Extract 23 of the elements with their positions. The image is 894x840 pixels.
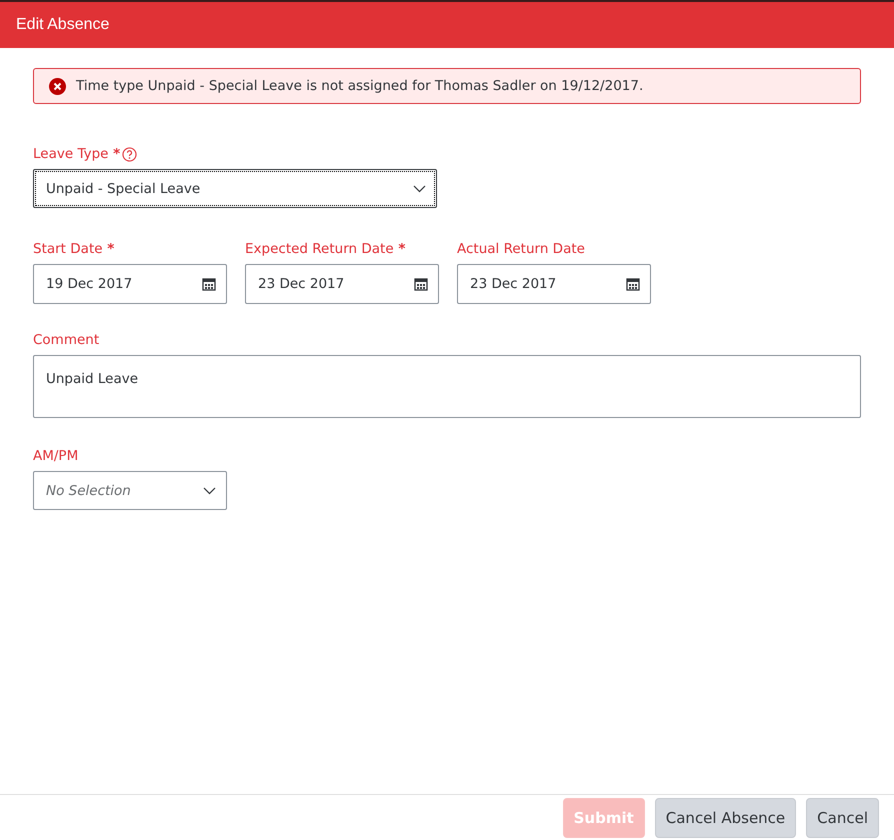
- chevron-down-icon: [413, 184, 426, 192]
- field-label: Actual Return Date: [457, 241, 585, 257]
- cancel-button[interactable]: Cancel Absence: [654, 798, 796, 838]
- calendar-icon: [202, 277, 216, 291]
- am-pm-select[interactable]: No Selection: [33, 471, 227, 510]
- date-field[interactable]: 23 Dec 2017: [245, 264, 439, 304]
- field-label: Comment: [33, 332, 100, 348]
- leave-type-select[interactable]: Unpaid - Special Leave: [33, 169, 437, 208]
- field-label: Leave Type *: [33, 146, 120, 162]
- help-icon[interactable]: [122, 146, 138, 162]
- comment-field[interactable]: Unpaid Leave: [33, 355, 861, 418]
- cancel-button[interactable]: Cancel: [806, 798, 879, 838]
- field-label: Expected Return Date *: [245, 241, 406, 257]
- dialog-title: Edit Absence: [16, 16, 110, 34]
- field-label: Start Date *: [33, 241, 114, 257]
- calendar-icon: [414, 277, 428, 291]
- error-message: Time type Unpaid - Special Leave is not assigned for Thomas Sadler on 19/12/2017.: [76, 78, 644, 94]
- chevron-down-icon: [203, 486, 216, 494]
- calendar-icon: [626, 277, 640, 291]
- field-label: AM/PM: [33, 448, 78, 464]
- date-field[interactable]: 23 Dec 2017: [457, 264, 651, 304]
- date-field[interactable]: 19 Dec 2017: [33, 264, 227, 304]
- error-icon: [49, 78, 66, 94]
